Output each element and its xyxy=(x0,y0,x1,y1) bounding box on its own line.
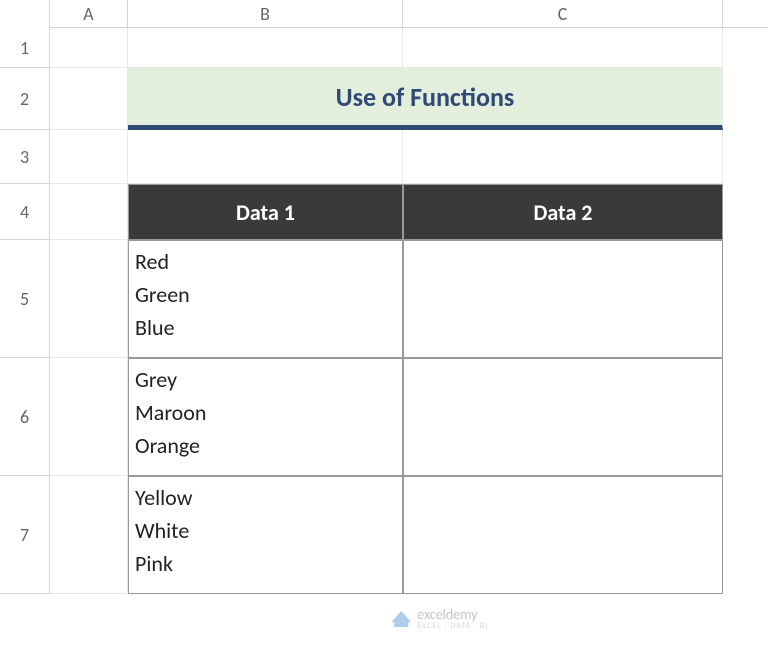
row-header-4[interactable]: 4 xyxy=(0,184,50,240)
cell-b7-line3: Pink xyxy=(135,547,396,580)
row-6: 6 Grey Maroon Orange xyxy=(0,358,768,476)
cell-b5-line1: Red xyxy=(135,245,396,278)
cell-b7[interactable]: Yellow White Pink xyxy=(128,476,403,594)
cell-b3[interactable] xyxy=(128,130,403,184)
house-icon xyxy=(391,611,411,627)
cell-a1[interactable] xyxy=(50,28,128,68)
cell-a5[interactable] xyxy=(50,240,128,358)
spreadsheet-grid: A B C 1 2 Use of Functions 3 4 Data 1 Da… xyxy=(0,0,768,652)
cell-a3[interactable] xyxy=(50,130,128,184)
cell-a6[interactable] xyxy=(50,358,128,476)
col-header-c[interactable]: C xyxy=(403,0,723,27)
cell-b6-line2: Maroon xyxy=(135,396,396,429)
col-header-b[interactable]: B xyxy=(128,0,403,27)
row-4: 4 Data 1 Data 2 xyxy=(0,184,768,240)
header-data2[interactable]: Data 2 xyxy=(403,184,723,240)
cell-a7[interactable] xyxy=(50,476,128,594)
column-headers-row: A B C xyxy=(0,0,768,28)
cell-b5[interactable]: Red Green Blue xyxy=(128,240,403,358)
cell-c1[interactable] xyxy=(403,28,723,68)
watermark-name: exceldemy xyxy=(417,608,488,622)
row-header-6[interactable]: 6 xyxy=(0,358,50,476)
row-3: 3 xyxy=(0,130,768,184)
cell-b5-line3: Blue xyxy=(135,311,396,344)
cell-b6[interactable]: Grey Maroon Orange xyxy=(128,358,403,476)
cell-b6-line3: Orange xyxy=(135,429,396,462)
cell-b7-line1: Yellow xyxy=(135,481,396,514)
watermark-tagline: EXCEL · DATA · BI xyxy=(417,622,488,630)
cell-a4[interactable] xyxy=(50,184,128,240)
row-header-1[interactable]: 1 xyxy=(0,28,50,68)
row-header-3[interactable]: 3 xyxy=(0,130,50,184)
cell-b7-line2: White xyxy=(135,514,396,547)
cell-c7[interactable] xyxy=(403,476,723,594)
row-header-7[interactable]: 7 xyxy=(0,476,50,594)
cell-a2[interactable] xyxy=(50,68,128,130)
cell-c5[interactable] xyxy=(403,240,723,358)
watermark-text: exceldemy EXCEL · DATA · BI xyxy=(417,608,488,630)
cell-b1[interactable] xyxy=(128,28,403,68)
watermark: exceldemy EXCEL · DATA · BI xyxy=(391,608,488,630)
row-2: 2 Use of Functions xyxy=(0,68,768,130)
row-header-2[interactable]: 2 xyxy=(0,68,50,130)
cell-b5-line2: Green xyxy=(135,278,396,311)
row-header-5[interactable]: 5 xyxy=(0,240,50,358)
title-cell[interactable]: Use of Functions xyxy=(128,68,723,130)
cell-c6[interactable] xyxy=(403,358,723,476)
select-all-corner[interactable] xyxy=(0,0,50,28)
row-7: 7 Yellow White Pink xyxy=(0,476,768,594)
header-data1[interactable]: Data 1 xyxy=(128,184,403,240)
cell-c3[interactable] xyxy=(403,130,723,184)
row-5: 5 Red Green Blue xyxy=(0,240,768,358)
row-1: 1 xyxy=(0,28,768,68)
col-header-a[interactable]: A xyxy=(50,0,128,27)
cell-b6-line1: Grey xyxy=(135,363,396,396)
